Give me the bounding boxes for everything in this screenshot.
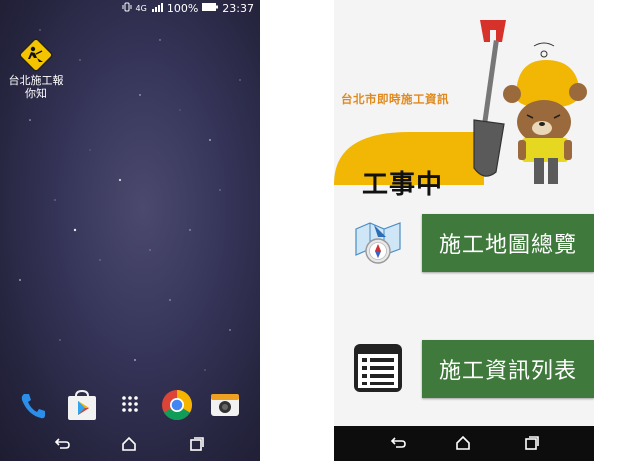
sign-text: 工事中 <box>362 170 444 200</box>
camera-icon <box>211 394 239 416</box>
play-store-icon <box>68 389 96 420</box>
recents-icon[interactable] <box>521 433 541 453</box>
app-shortcut-label: 台北施工報你知 <box>8 74 64 100</box>
app-banner: 台北市即時施工資訊 工事中 <box>334 12 594 200</box>
construction-worker-sign-icon <box>19 38 53 72</box>
home-icon[interactable] <box>119 434 139 454</box>
status-bar: 4G 100% 23:37 <box>0 0 260 18</box>
vibrate-icon <box>122 2 132 15</box>
shovel-icon <box>473 20 506 177</box>
battery-percent: 100% <box>166 2 199 15</box>
chrome-icon <box>162 390 193 421</box>
phone-app[interactable] <box>16 388 50 422</box>
navigation-bar <box>0 428 260 461</box>
info-list-button[interactable]: 施工資訊列表 <box>422 340 594 398</box>
back-icon[interactable] <box>388 433 408 453</box>
network-type: 4G <box>135 4 147 13</box>
app-drawer-icon <box>122 396 138 412</box>
banner-title: 台北市即時施工資訊 <box>341 92 449 106</box>
map-compass-icon <box>355 222 401 264</box>
bear-mascot-icon <box>503 42 587 184</box>
clock: 23:37 <box>222 2 254 15</box>
app-shortcut[interactable]: 台北施工報你知 <box>6 38 66 100</box>
home-screen: 4G 100% 23:37 台北施工報你知 <box>0 0 260 461</box>
chrome-app[interactable] <box>160 388 194 422</box>
signal-icon <box>151 2 163 15</box>
play-store-app[interactable] <box>65 388 99 422</box>
app-screen: 台北市即時施工資訊 工事中 施工地圖總覽 施工資訊列表 <box>334 0 594 461</box>
phone-icon <box>21 394 45 419</box>
app-drawer[interactable] <box>113 388 147 422</box>
home-icon[interactable] <box>453 433 473 453</box>
camera-app[interactable] <box>208 388 242 422</box>
list-icon <box>354 344 402 392</box>
navigation-bar <box>334 426 594 461</box>
dock <box>0 388 260 428</box>
back-icon[interactable] <box>52 434 72 454</box>
map-overview-button[interactable]: 施工地圖總覽 <box>422 214 594 272</box>
battery-icon <box>202 2 219 15</box>
recents-icon[interactable] <box>186 434 206 454</box>
status-bar <box>334 0 594 12</box>
